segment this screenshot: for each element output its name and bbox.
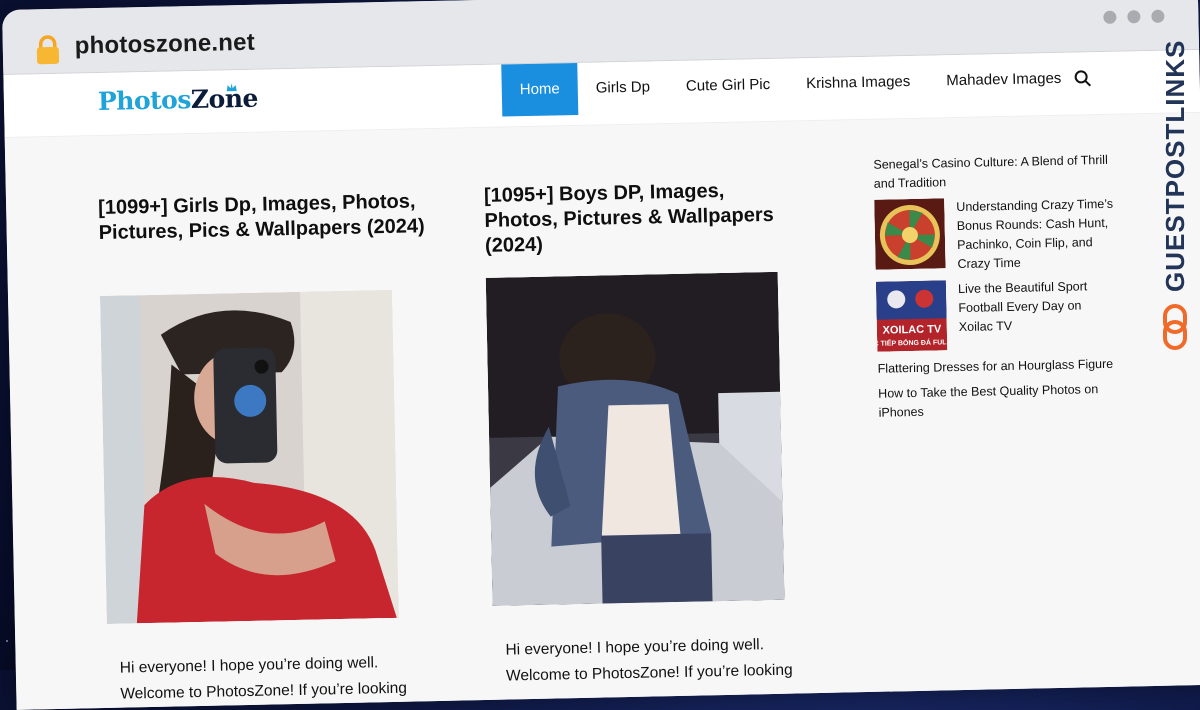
- watermark-text: GUESTPOSTLINKS: [1160, 39, 1190, 292]
- post-excerpt: Hi everyone! I hope you’re doing well. W…: [120, 649, 431, 707]
- sidebar-link[interactable]: Understanding Crazy Time’s Bonus Rounds:…: [956, 195, 1116, 274]
- post-excerpt-line: Welcome to PhotosZone! If you’re looking: [120, 679, 408, 703]
- nav-item-girls-dp[interactable]: Girls Dp: [577, 61, 668, 115]
- guestpostlinks-watermark: GUESTPOSTLINKS: [1158, 40, 1194, 352]
- sidebar-thumb-wheel[interactable]: [874, 198, 946, 270]
- site-logo[interactable]: PhotosZone: [97, 83, 259, 117]
- logo-text-part2: Zone: [190, 83, 259, 115]
- sidebar-item: XOILAC TV C TIẾP BÓNG ĐÁ FULL Live the B…: [876, 277, 1117, 352]
- post-card: [1099+] Girls Dp, Images, Photos, Pictur…: [98, 189, 429, 246]
- post-title[interactable]: [1095+] Boys DP, Images, Photos, Picture…: [484, 178, 786, 259]
- search-icon[interactable]: [1073, 69, 1092, 87]
- nav-item-home[interactable]: Home: [501, 62, 579, 117]
- post-excerpt: Hi everyone! I hope you’re doing well. W…: [505, 631, 816, 689]
- post-image-boy[interactable]: [485, 271, 785, 606]
- sidebar-recent-posts: Senegal’s Casino Culture: A Blend of Thr…: [873, 151, 1119, 423]
- main-content: [1099+] Girls Dp, Images, Photos, Pictur…: [4, 112, 1200, 710]
- thumb-text: XOILAC TV: [882, 323, 942, 336]
- main-nav: Home Girls Dp Cute Girl Pic Krishna Imag…: [501, 52, 1080, 117]
- sidebar-link[interactable]: Flattering Dresses for an Hourglass Figu…: [878, 355, 1118, 379]
- post-title[interactable]: [1099+] Girls Dp, Images, Photos, Pictur…: [98, 189, 429, 246]
- window-dot-icon[interactable]: [1151, 9, 1165, 23]
- browser-window: photoszone.net PhotosZone Home Girls Dp …: [2, 0, 1200, 710]
- nav-item-mahadev-images[interactable]: Mahadev Images: [928, 52, 1080, 107]
- nav-item-cute-girl-pic[interactable]: Cute Girl Pic: [667, 59, 788, 114]
- post-card: [1095+] Boys DP, Images, Photos, Picture…: [484, 178, 786, 259]
- address-bar-url[interactable]: photoszone.net: [74, 29, 255, 61]
- post-image-girl[interactable]: [100, 289, 399, 624]
- logo-text-part1: Photos: [97, 85, 192, 117]
- logo-crown-icon: [226, 83, 237, 92]
- sidebar-link[interactable]: How to Take the Best Quality Photos on i…: [878, 380, 1119, 423]
- window-dot-icon[interactable]: [1127, 10, 1141, 24]
- post-excerpt-line: Welcome to PhotosZone! If you’re looking: [505, 661, 793, 685]
- sidebar-item: Understanding Crazy Time’s Bonus Rounds:…: [874, 195, 1116, 276]
- sidebar-link[interactable]: Senegal’s Casino Culture: A Blend of Thr…: [873, 151, 1114, 194]
- nav-item-krishna-images[interactable]: Krishna Images: [788, 56, 929, 111]
- sidebar-link[interactable]: Live the Beautiful Sport Football Every …: [958, 277, 1117, 337]
- sidebar-thumb-football[interactable]: XOILAC TV C TIẾP BÓNG ĐÁ FULL: [876, 280, 947, 352]
- chain-link-icon: [1163, 304, 1187, 350]
- window-controls: [1103, 9, 1165, 24]
- window-dot-icon[interactable]: [1103, 10, 1117, 24]
- lock-icon: [36, 35, 60, 65]
